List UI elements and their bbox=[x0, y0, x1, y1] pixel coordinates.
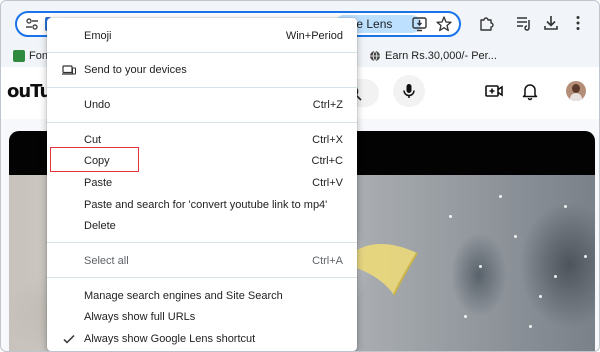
menu-divider bbox=[47, 122, 357, 123]
menu-item-send-to-devices[interactable]: Send to your devices bbox=[47, 60, 357, 80]
menu-divider bbox=[47, 242, 357, 243]
checkmark-icon bbox=[63, 334, 75, 344]
menu-item-show-full-urls[interactable]: Always show full URLs bbox=[47, 307, 357, 327]
notifications-bell-icon[interactable] bbox=[520, 81, 540, 101]
menu-divider bbox=[47, 87, 357, 88]
install-app-icon[interactable] bbox=[411, 15, 429, 33]
bookmark-favicon-icon bbox=[13, 50, 25, 63]
menu-item-select-all[interactable]: Select all Ctrl+A bbox=[47, 251, 357, 271]
menu-item-delete[interactable]: Delete bbox=[47, 216, 357, 236]
context-menu: Emoji Win+Period Send to your devices Un… bbox=[47, 18, 357, 351]
media-queue-icon[interactable] bbox=[515, 14, 533, 32]
bookmark-star-icon[interactable] bbox=[435, 15, 453, 33]
bookmark-item[interactable]: Earn Rs.30,000/- Per... bbox=[369, 48, 497, 64]
microphone-icon bbox=[403, 84, 415, 98]
bookmark-item[interactable]: Fon bbox=[13, 48, 48, 64]
menu-item-emoji[interactable]: Emoji Win+Period bbox=[47, 26, 357, 46]
menu-item-paste[interactable]: Paste Ctrl+V bbox=[47, 173, 357, 193]
extensions-icon[interactable] bbox=[477, 14, 495, 32]
browser-window: gle Lens Fon Earn Rs.30,000/- Per... ouT… bbox=[0, 0, 600, 352]
menu-item-undo[interactable]: Undo Ctrl+Z bbox=[47, 95, 357, 115]
more-menu-icon[interactable] bbox=[569, 14, 587, 32]
avatar[interactable] bbox=[566, 81, 586, 101]
menu-divider bbox=[47, 277, 357, 278]
site-settings-icon[interactable] bbox=[25, 17, 39, 31]
copy-highlight-box bbox=[50, 147, 139, 172]
download-icon[interactable] bbox=[542, 14, 560, 32]
create-video-icon[interactable] bbox=[484, 81, 504, 101]
menu-item-show-lens-shortcut[interactable]: Always show Google Lens shortcut bbox=[47, 329, 357, 349]
menu-divider bbox=[47, 52, 357, 53]
menu-item-paste-and-search[interactable]: Paste and search for 'convert youtube li… bbox=[47, 195, 357, 215]
voice-search-button[interactable] bbox=[393, 75, 425, 107]
send-to-devices-icon bbox=[62, 65, 76, 75]
globe-icon bbox=[370, 50, 380, 62]
menu-item-manage-search-engines[interactable]: Manage search engines and Site Search bbox=[47, 286, 357, 306]
